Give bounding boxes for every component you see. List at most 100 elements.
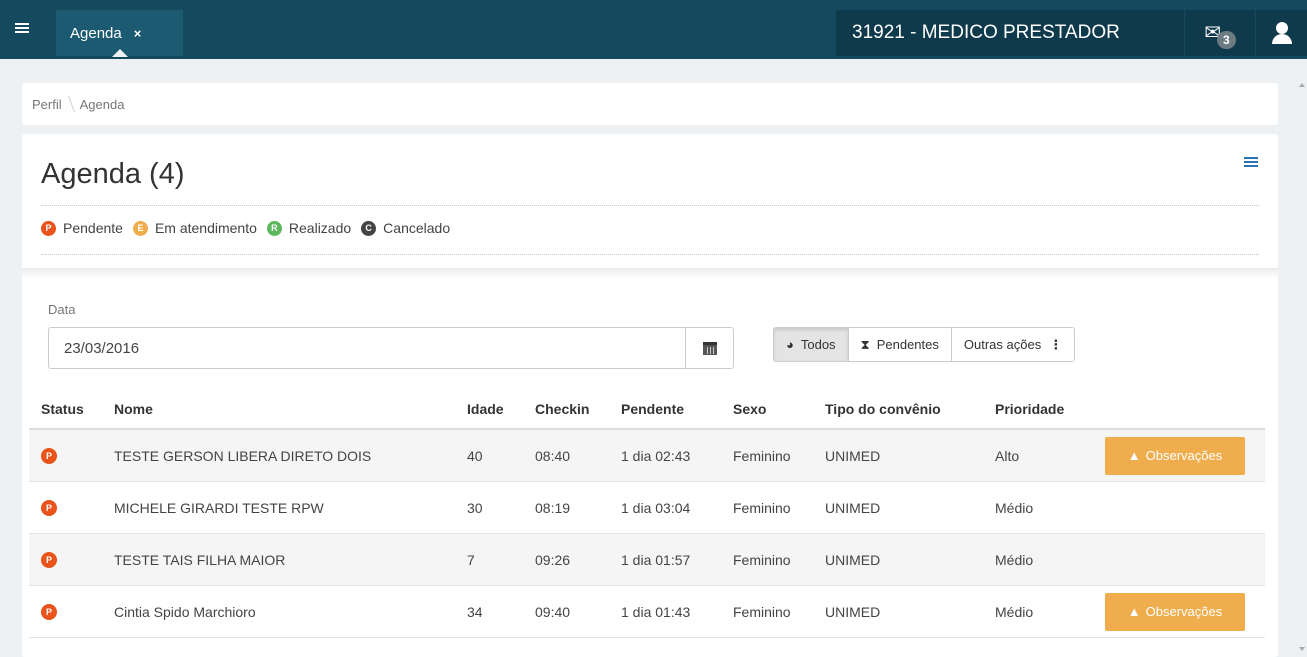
cell-nome: MICHELE GIRARDI TESTE RPW: [114, 499, 324, 516]
outras-acoes-label: Outras ações: [963, 337, 1042, 352]
divider: [41, 254, 1259, 255]
status-badge: R: [266, 220, 282, 236]
cell-checkin: 08:19: [535, 499, 571, 516]
cell-nome: Cintia Spido Marchioro: [114, 603, 256, 620]
cell-sexo: Feminino: [733, 603, 791, 620]
top-bar: Agenda × 31921 - MEDICO PRESTADOR ✉ 3: [0, 0, 1307, 59]
cell-checkin: 08:40: [535, 447, 571, 464]
header-idade[interactable]: Idade: [467, 401, 535, 417]
table-header: Status Nome Idade Checkin Pendente Sexo …: [29, 389, 1265, 430]
menu-icon[interactable]: [0, 10, 44, 46]
scroll-up-icon[interactable]: [1299, 83, 1305, 87]
mail-button[interactable]: ✉ 3: [1185, 10, 1255, 56]
table-row[interactable]: P MICHELE GIRARDI TESTE RPW 30 08:19 1 d…: [29, 482, 1265, 534]
todos-button[interactable]: ◕ Todos: [774, 328, 849, 361]
section-shadow: [22, 268, 1278, 278]
cell-prioridade: Médio: [995, 499, 1034, 516]
cell-sexo: Feminino: [733, 499, 791, 516]
breadcrumb-perfil[interactable]: Perfil: [32, 97, 62, 112]
calendar-button[interactable]: [685, 328, 733, 368]
legend-item-realizado: R Realizado: [266, 220, 352, 236]
legend-label: Cancelado: [383, 220, 451, 236]
todos-label: Todos: [800, 337, 836, 352]
cell-convenio: UNIMED: [825, 603, 881, 620]
header-tipo-convenio[interactable]: Tipo do convênio: [825, 401, 995, 417]
globe-icon: ◕: [786, 337, 794, 352]
cell-pendente: 1 dia 01:57: [621, 551, 691, 568]
header-nome[interactable]: Nome: [114, 401, 467, 417]
pendentes-label: Pendentes: [876, 337, 939, 352]
status-badge: P: [41, 447, 57, 464]
cell-pendente: 1 dia 02:43: [621, 447, 691, 464]
table-row[interactable]: P TESTE TAIS FILHA MAIOR 7 09:26 1 dia 0…: [29, 534, 1265, 586]
cell-checkin: 09:40: [535, 603, 571, 620]
scroll-down-icon[interactable]: [1299, 647, 1305, 651]
tab-label: Agenda: [70, 24, 122, 42]
warning-icon: ▲: [1127, 448, 1141, 463]
breadcrumb: Perfil Agenda: [22, 83, 1278, 125]
kebab-icon: ⋮: [1049, 336, 1063, 352]
calendar-icon: [702, 341, 717, 355]
date-field-wrapper: [48, 327, 734, 369]
pendentes-button[interactable]: ⧗ Pendentes: [848, 328, 952, 361]
cell-convenio: UNIMED: [825, 499, 881, 516]
legend-item-cancelado: C Cancelado: [361, 220, 450, 236]
observacoes-button[interactable]: ▲ Observações: [1105, 436, 1245, 475]
page-title: Agenda (4): [41, 158, 185, 190]
cell-pendente: 1 dia 01:43: [621, 603, 691, 620]
scrollbar[interactable]: [1297, 59, 1307, 657]
user-title[interactable]: 31921 - MEDICO PRESTADOR: [836, 10, 1184, 56]
cell-convenio: UNIMED: [825, 447, 881, 464]
cell-convenio: UNIMED: [825, 551, 881, 568]
breadcrumb-separator: [62, 96, 75, 112]
cell-idade: 7: [467, 551, 475, 568]
status-badge: P: [41, 499, 57, 516]
table-row[interactable]: P Cintia Spido Marchioro 34 09:40 1 dia …: [29, 586, 1265, 638]
observacoes-button[interactable]: ▲ Observações: [1105, 592, 1245, 631]
list-icon[interactable]: [1244, 157, 1258, 169]
header-sexo[interactable]: Sexo: [733, 401, 825, 417]
filter-button-group: ◕ Todos ⧗ Pendentes Outras ações ⋮: [773, 327, 1076, 362]
cell-prioridade: Médio: [995, 551, 1034, 568]
observacoes-label: Observações: [1145, 448, 1223, 463]
tab-agenda[interactable]: Agenda ×: [56, 10, 183, 57]
cell-nome: TESTE GERSON LIBERA DIRETO DOIS: [114, 447, 372, 464]
cell-sexo: Feminino: [733, 551, 791, 568]
cell-idade: 30: [467, 499, 483, 516]
status-badge: P: [41, 603, 57, 620]
date-label: Data: [48, 302, 76, 317]
agenda-table: Status Nome Idade Checkin Pendente Sexo …: [29, 389, 1265, 638]
cell-prioridade: Alto: [995, 447, 1020, 464]
status-legend: P Pendente E Em atendimento R Realizado …: [41, 220, 460, 236]
status-badge: C: [361, 220, 377, 236]
header-status[interactable]: Status: [29, 401, 114, 417]
mail-count-badge: 3: [1217, 31, 1236, 49]
legend-item-em-atendimento: E Em atendimento: [132, 220, 257, 236]
divider: [41, 205, 1259, 206]
legend-label: Em atendimento: [154, 220, 257, 236]
header-pendente[interactable]: Pendente: [621, 401, 733, 417]
cell-idade: 34: [467, 603, 483, 620]
warning-icon: ▲: [1127, 604, 1141, 619]
outras-acoes-button[interactable]: Outras ações ⋮: [951, 328, 1075, 361]
legend-item-pendente: P Pendente: [41, 220, 123, 236]
header-checkin[interactable]: Checkin: [535, 401, 621, 417]
main-panel: Agenda (4) P Pendente E Em atendimento R…: [22, 134, 1278, 657]
cell-sexo: Feminino: [733, 447, 791, 464]
observacoes-label: Observações: [1145, 604, 1223, 619]
cell-idade: 40: [467, 447, 483, 464]
close-icon[interactable]: ×: [134, 26, 142, 41]
tab-caret: [111, 49, 128, 57]
header-prioridade[interactable]: Prioridade: [995, 401, 1105, 417]
date-field[interactable]: [49, 328, 685, 368]
cell-prioridade: Médio: [995, 603, 1034, 620]
legend-label: Pendente: [63, 220, 123, 236]
table-row[interactable]: P TESTE GERSON LIBERA DIRETO DOIS 40 08:…: [29, 430, 1265, 482]
status-badge: P: [41, 551, 57, 568]
breadcrumb-agenda: Agenda: [79, 96, 125, 112]
user-icon[interactable]: [1256, 10, 1307, 56]
cell-checkin: 09:26: [535, 551, 571, 568]
cell-pendente: 1 dia 03:04: [621, 499, 691, 516]
hourglass-icon: ⧗: [860, 336, 870, 352]
legend-label: Realizado: [288, 220, 352, 236]
